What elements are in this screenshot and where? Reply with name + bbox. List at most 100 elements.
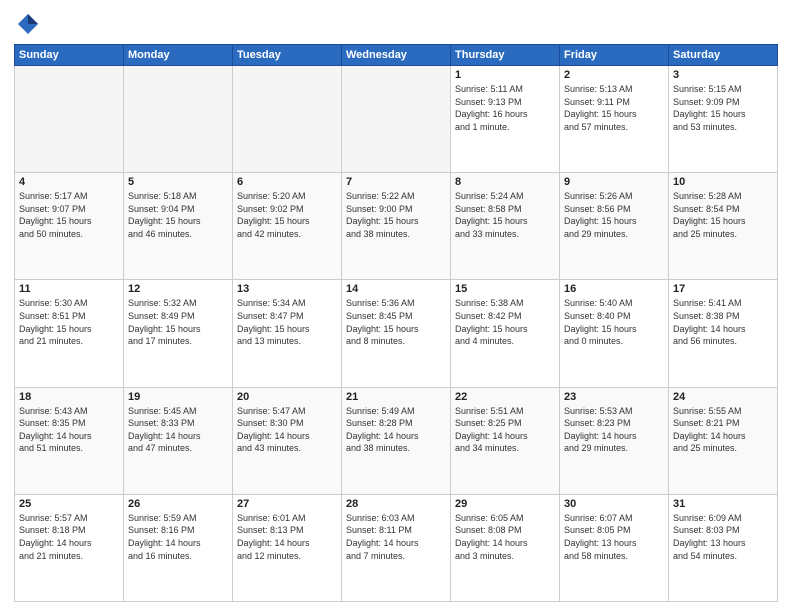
day-number: 26 [128,498,228,510]
calendar-header-row: SundayMondayTuesdayWednesdayThursdayFrid… [15,45,778,66]
day-info: Sunrise: 6:01 AMSunset: 8:13 PMDaylight:… [237,512,337,562]
calendar-cell [233,66,342,173]
day-info: Sunrise: 5:41 AMSunset: 8:38 PMDaylight:… [673,297,773,347]
day-info: Sunrise: 5:43 AMSunset: 8:35 PMDaylight:… [19,405,119,455]
day-number: 28 [346,498,446,510]
day-number: 21 [346,391,446,403]
calendar-cell: 8 Sunrise: 5:24 AMSunset: 8:58 PMDaylight… [451,173,560,280]
weekday-header: Thursday [451,45,560,66]
calendar-cell: 13 Sunrise: 5:34 AMSunset: 8:47 PMDayligh… [233,280,342,387]
day-number: 16 [564,283,664,295]
calendar-cell [124,66,233,173]
weekday-header: Sunday [15,45,124,66]
header [14,10,778,38]
day-number: 9 [564,176,664,188]
logo [14,10,46,38]
day-info: Sunrise: 5:18 AMSunset: 9:04 PMDaylight:… [128,190,228,240]
day-info: Sunrise: 5:38 AMSunset: 8:42 PMDaylight:… [455,297,555,347]
day-info: Sunrise: 5:59 AMSunset: 8:16 PMDaylight:… [128,512,228,562]
calendar-cell: 18 Sunrise: 5:43 AMSunset: 8:35 PMDayligh… [15,387,124,494]
weekday-header: Monday [124,45,233,66]
day-info: Sunrise: 5:17 AMSunset: 9:07 PMDaylight:… [19,190,119,240]
day-info: Sunrise: 5:55 AMSunset: 8:21 PMDaylight:… [673,405,773,455]
day-info: Sunrise: 5:30 AMSunset: 8:51 PMDaylight:… [19,297,119,347]
day-number: 13 [237,283,337,295]
day-number: 20 [237,391,337,403]
calendar-cell: 30 Sunrise: 6:07 AMSunset: 8:05 PMDayligh… [560,494,669,601]
calendar-cell: 9Sunrise: 5:26 AMSunset: 8:56 PMDaylight… [560,173,669,280]
calendar-week-row: 11 Sunrise: 5:30 AMSunset: 8:51 PMDayligh… [15,280,778,387]
day-info: Sunrise: 5:32 AMSunset: 8:49 PMDaylight:… [128,297,228,347]
day-number: 19 [128,391,228,403]
day-info: Sunrise: 5:36 AMSunset: 8:45 PMDaylight:… [346,297,446,347]
day-info: Sunrise: 5:22 AMSunset: 9:00 PMDaylight:… [346,190,446,240]
calendar-cell: 23Sunrise: 5:53 AMSunset: 8:23 PMDayligh… [560,387,669,494]
day-info: Sunrise: 5:49 AMSunset: 8:28 PMDaylight:… [346,405,446,455]
calendar-table: SundayMondayTuesdayWednesdayThursdayFrid… [14,44,778,602]
day-number: 5 [128,176,228,188]
weekday-header: Saturday [669,45,778,66]
day-info: Sunrise: 5:45 AMSunset: 8:33 PMDaylight:… [128,405,228,455]
day-number: 22 [455,391,555,403]
day-info: Sunrise: 5:57 AMSunset: 8:18 PMDaylight:… [19,512,119,562]
day-info: Sunrise: 5:11 AMSunset: 9:13 PMDaylight:… [455,83,555,133]
day-info: Sunrise: 6:05 AMSunset: 8:08 PMDaylight:… [455,512,555,562]
calendar-cell: 3 Sunrise: 5:15 AMSunset: 9:09 PMDaylight… [669,66,778,173]
day-info: Sunrise: 5:24 AMSunset: 8:58 PMDaylight:… [455,190,555,240]
page: SundayMondayTuesdayWednesdayThursdayFrid… [0,0,792,612]
day-number: 3 [673,69,773,81]
day-info: Sunrise: 6:07 AMSunset: 8:05 PMDaylight:… [564,512,664,562]
calendar-cell: 10 Sunrise: 5:28 AMSunset: 8:54 PMDayligh… [669,173,778,280]
day-number: 8 [455,176,555,188]
day-number: 27 [237,498,337,510]
calendar-cell: 24 Sunrise: 5:55 AMSunset: 8:21 PMDayligh… [669,387,778,494]
day-number: 1 [455,69,555,81]
day-number: 24 [673,391,773,403]
day-number: 11 [19,283,119,295]
day-number: 6 [237,176,337,188]
calendar-cell: 4Sunrise: 5:17 AMSunset: 9:07 PMDaylight… [15,173,124,280]
calendar-cell [342,66,451,173]
day-number: 18 [19,391,119,403]
day-info: Sunrise: 5:20 AMSunset: 9:02 PMDaylight:… [237,190,337,240]
calendar-cell: 22 Sunrise: 5:51 AMSunset: 8:25 PMDayligh… [451,387,560,494]
day-number: 30 [564,498,664,510]
calendar-cell: 15 Sunrise: 5:38 AMSunset: 8:42 PMDayligh… [451,280,560,387]
calendar-cell: 11 Sunrise: 5:30 AMSunset: 8:51 PMDayligh… [15,280,124,387]
day-number: 31 [673,498,773,510]
weekday-header: Wednesday [342,45,451,66]
day-number: 10 [673,176,773,188]
day-info: Sunrise: 5:15 AMSunset: 9:09 PMDaylight:… [673,83,773,133]
day-number: 15 [455,283,555,295]
logo-icon [14,10,42,38]
calendar-cell: 1 Sunrise: 5:11 AMSunset: 9:13 PMDaylight… [451,66,560,173]
calendar-week-row: 4Sunrise: 5:17 AMSunset: 9:07 PMDaylight… [15,173,778,280]
calendar-cell: 12Sunrise: 5:32 AMSunset: 8:49 PMDayligh… [124,280,233,387]
calendar-cell: 14 Sunrise: 5:36 AMSunset: 8:45 PMDayligh… [342,280,451,387]
day-info: Sunrise: 5:13 AMSunset: 9:11 PMDaylight:… [564,83,664,133]
calendar-cell: 2 Sunrise: 5:13 AMSunset: 9:11 PMDaylight… [560,66,669,173]
day-number: 7 [346,176,446,188]
day-number: 14 [346,283,446,295]
calendar-cell: 7 Sunrise: 5:22 AMSunset: 9:00 PMDaylight… [342,173,451,280]
day-info: Sunrise: 5:53 AMSunset: 8:23 PMDaylight:… [564,405,664,455]
calendar-cell: 19 Sunrise: 5:45 AMSunset: 8:33 PMDayligh… [124,387,233,494]
calendar-cell: 26 Sunrise: 5:59 AMSunset: 8:16 PMDayligh… [124,494,233,601]
calendar-cell: 25Sunrise: 5:57 AMSunset: 8:18 PMDayligh… [15,494,124,601]
calendar-cell: 16Sunrise: 5:40 AMSunset: 8:40 PMDayligh… [560,280,669,387]
day-info: Sunrise: 6:03 AMSunset: 8:11 PMDaylight:… [346,512,446,562]
calendar-cell: 21 Sunrise: 5:49 AMSunset: 8:28 PMDayligh… [342,387,451,494]
day-number: 2 [564,69,664,81]
day-info: Sunrise: 5:51 AMSunset: 8:25 PMDaylight:… [455,405,555,455]
weekday-header: Tuesday [233,45,342,66]
calendar-cell: 28 Sunrise: 6:03 AMSunset: 8:11 PMDayligh… [342,494,451,601]
calendar-week-row: 25Sunrise: 5:57 AMSunset: 8:18 PMDayligh… [15,494,778,601]
day-info: Sunrise: 5:28 AMSunset: 8:54 PMDaylight:… [673,190,773,240]
calendar-cell: 27 Sunrise: 6:01 AMSunset: 8:13 PMDayligh… [233,494,342,601]
day-number: 17 [673,283,773,295]
day-info: Sunrise: 5:34 AMSunset: 8:47 PMDaylight:… [237,297,337,347]
calendar-week-row: 18 Sunrise: 5:43 AMSunset: 8:35 PMDayligh… [15,387,778,494]
day-info: Sunrise: 5:47 AMSunset: 8:30 PMDaylight:… [237,405,337,455]
weekday-header: Friday [560,45,669,66]
calendar-cell [15,66,124,173]
